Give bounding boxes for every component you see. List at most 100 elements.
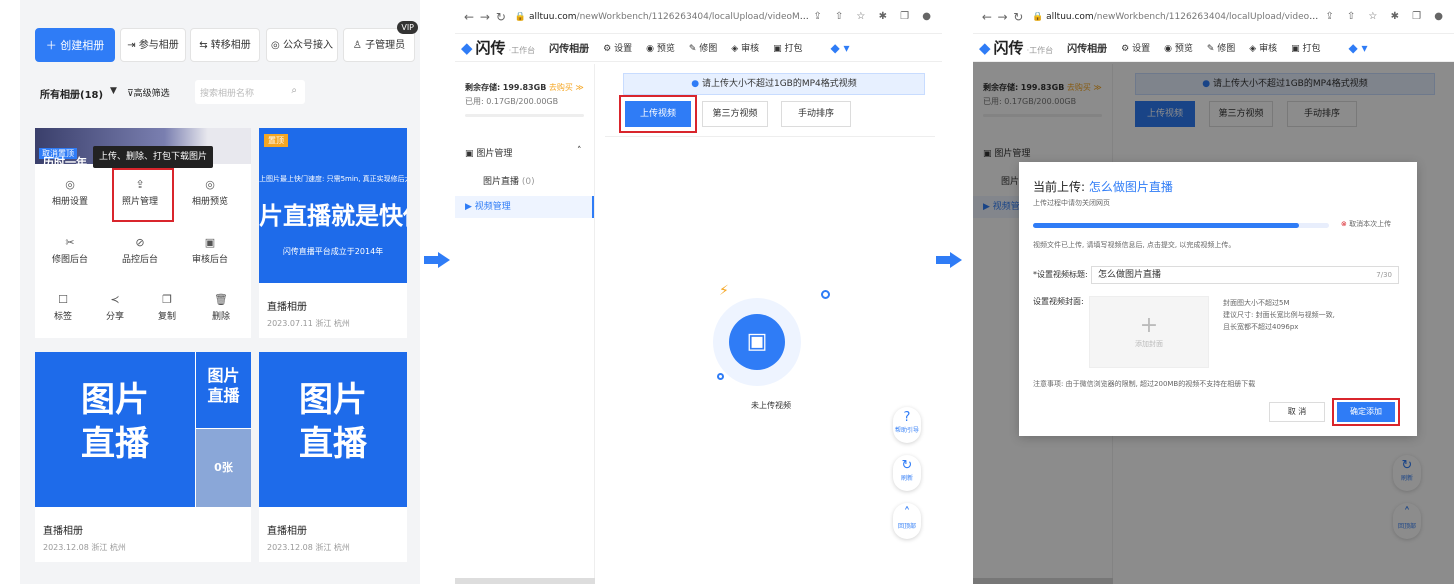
wechat-connect-label: 公众号接入 (282, 40, 333, 51)
storage-used: 已用: 0.17GB/200.00GB (465, 97, 559, 106)
album-option-8[interactable]: ❐ 复制 (139, 293, 195, 322)
album-option-0[interactable]: ◎ 相册设置 (35, 178, 105, 207)
menu-album[interactable]: 闪传相册 (1067, 40, 1107, 55)
menu-preview-label: 预览 (1174, 44, 1193, 54)
join-album-button[interactable]: ⇥ 参与相册 (120, 28, 186, 62)
advanced-filter-button[interactable]: ⊽高级筛选 (127, 86, 170, 99)
vip-badge: VIP (397, 21, 418, 34)
help-button[interactable]: ? 帮助引导 (893, 407, 921, 443)
album-option-4[interactable]: ⊘ 品控后台 (105, 236, 175, 265)
back-icon[interactable]: ← (979, 10, 995, 24)
menu-preview[interactable]: ◉ 预览 (1164, 41, 1193, 54)
album-card-3[interactable]: 图片 直播 图片 直播 0张 直播相册 2023.12.08 浙江 杭州 (35, 352, 251, 562)
album-card-2[interactable]: 置顶 上图片最上快门速度: 只需5min, 真正实现修后大 片直播就是快传 闪传… (259, 128, 407, 338)
browser-extension-icons[interactable]: ⇪ ⇧ ☆ ✱ ❐ ● (813, 11, 936, 22)
cancel-upload-label: 取消本次上传 (1349, 220, 1392, 228)
transfer-album-button[interactable]: ⇆ 转移相册 (190, 28, 260, 62)
dialog-title: 当前上传: 怎么做图片直播 (1033, 178, 1173, 195)
refresh-button[interactable]: ↻ 刷新 (893, 455, 921, 491)
album-card-4[interactable]: 图片 直播 直播相册 2023.12.08 浙江 杭州 (259, 352, 407, 562)
menu-retouch-label: 修图 (699, 44, 718, 54)
menu-retouch[interactable]: ✎ 修图 (689, 41, 717, 54)
album-list-panel: ＋ 创建相册 ⇥ 参与相册 ⇆ 转移相册 ◎ 公众号接入 ♙ 子管理员 VIP 所… (20, 0, 420, 584)
back-to-top-button[interactable]: ˄ 回顶部 (893, 503, 921, 539)
user-menu-icon[interactable]: ◆ ▾ (830, 41, 849, 55)
album-search-input[interactable]: 搜索相册名称 ⌕ (195, 80, 305, 104)
forward-icon[interactable]: → (477, 10, 493, 24)
address-bar[interactable]: 🔒 alltuu.com/newWorkbench/1126263404/loc… (515, 12, 813, 22)
join-album-label: 参与相册 (138, 40, 179, 51)
user-menu-icon[interactable]: ◆ ▾ (1348, 41, 1367, 55)
wechat-connect-button[interactable]: ◎ 公众号接入 (266, 28, 338, 62)
menu-review[interactable]: ◈ 审核 (731, 41, 759, 54)
manual-sort-button[interactable]: 手动排序 (781, 101, 851, 127)
cover-tip-2: 建议尺寸: 封面长宽比例与视频一致, (1223, 311, 1335, 319)
help-label: 帮助引导 (894, 427, 919, 434)
album-option-6[interactable]: ☐ 标签 (35, 293, 91, 322)
album-option-label: 分享 (105, 312, 124, 322)
album-option-7[interactable]: ≺ 分享 (87, 293, 143, 322)
create-album-button[interactable]: ＋ 创建相册 (35, 28, 115, 62)
sidebar-item-pic-live[interactable]: 图片直播 (0) (483, 174, 535, 187)
pic-live-count: (0) (521, 177, 535, 187)
back-icon[interactable]: ← (461, 10, 477, 24)
album-option-3[interactable]: ✂ 修图后台 (35, 236, 105, 265)
menu-settings[interactable]: ⚙ 设置 (603, 41, 632, 54)
refresh-label: 刷新 (900, 475, 913, 482)
sidebar-item-video-manage[interactable]: ▶ 视频管理 (455, 196, 594, 218)
reload-icon[interactable]: ↻ (493, 10, 509, 24)
third-party-video-button[interactable]: 第三方视频 (702, 101, 768, 127)
pinned-badge: 置顶 (264, 134, 288, 147)
album-option-icon: ▣ (204, 236, 216, 249)
cancel-upload-button[interactable]: ⊗ 取消本次上传 (1341, 219, 1391, 229)
sidebar-item-pic-manage[interactable]: ▣ 图片管理 ˄ (465, 146, 582, 159)
question-icon: ? (903, 410, 911, 425)
album-option-label: 复制 (157, 312, 176, 322)
brush-icon: ✎ (1206, 44, 1215, 54)
scrollbar[interactable] (973, 578, 1113, 584)
box-icon: ▣ (729, 314, 785, 370)
filter-icon: ⊽ (127, 89, 134, 99)
sidebar-item-label: 视频管理 (474, 202, 511, 212)
menu-pack[interactable]: ▣ 打包 (773, 41, 802, 54)
upload-notice-text: 请上传大小不超过1GB的MP4格式视频 (701, 79, 857, 89)
buy-storage-link[interactable]: 去购买 ≫ (549, 83, 584, 92)
forward-icon[interactable]: → (995, 10, 1011, 24)
video-title-label: *设置视频标题: (1033, 270, 1088, 279)
album-option-9[interactable]: 🗑 删除 (193, 293, 249, 322)
cover-thumb: 图片 直播 (196, 352, 251, 428)
menu-preview[interactable]: ◉ 预览 (646, 41, 675, 54)
album-cover-image: 图片 直播 (35, 352, 195, 507)
brush-icon: ✎ (688, 44, 697, 54)
app-logo[interactable]: ◆ 闪传 ·工作台 (461, 37, 535, 58)
app-logo[interactable]: ◆ 闪传 ·工作台 (979, 37, 1053, 58)
highlight-box (619, 95, 697, 133)
search-icon[interactable]: ⌕ (291, 85, 297, 96)
chevron-down-icon[interactable]: ▼ (110, 86, 117, 96)
menu-album[interactable]: 闪传相册 (549, 40, 589, 55)
url-path: /newWorkbench/1126263404/localUpload/vid… (576, 11, 814, 22)
menu-review[interactable]: ◈ 审核 (1249, 41, 1277, 54)
highlight-box (1332, 398, 1400, 426)
scrollbar[interactable] (455, 578, 595, 584)
add-cover-label: 添加封面 (1135, 340, 1163, 348)
cancel-button[interactable]: 取 消 (1269, 402, 1325, 422)
package-icon: ▣ (1291, 44, 1300, 54)
logo-text: 闪传 (475, 39, 506, 57)
menu-retouch[interactable]: ✎ 修图 (1207, 41, 1235, 54)
album-option-5[interactable]: ▣ 审核后台 (175, 236, 245, 265)
album-option-2[interactable]: ◎ 相册预览 (175, 178, 245, 207)
chevron-up-icon: ˄ (903, 506, 911, 521)
menu-pack[interactable]: ▣ 打包 (1291, 41, 1320, 54)
lock-icon: 🔒 (1032, 11, 1044, 22)
download-notice: 注意事项: 由于微信浏览器的限制, 超过200MB的视频不支持在相册下载 (1033, 380, 1256, 388)
video-title-input[interactable]: 怎么做图片直播 7/30 (1091, 266, 1399, 284)
cover-text-2: 直播 (299, 424, 367, 464)
menu-settings[interactable]: ⚙ 设置 (1121, 41, 1150, 54)
add-cover-upload[interactable]: + 添加封面 (1089, 296, 1209, 368)
title-char-count: 7/30 (1376, 271, 1392, 279)
address-bar[interactable]: 🔒 alltuu.com/newWorkbench/1126263404/loc… (1032, 12, 1325, 22)
sub-admin-button[interactable]: ♙ 子管理员 VIP (343, 21, 418, 62)
reload-icon[interactable]: ↻ (1010, 10, 1026, 24)
browser-extension-icons[interactable]: ⇪ ⇧ ☆ ✱ ❐ ● (1325, 11, 1448, 22)
